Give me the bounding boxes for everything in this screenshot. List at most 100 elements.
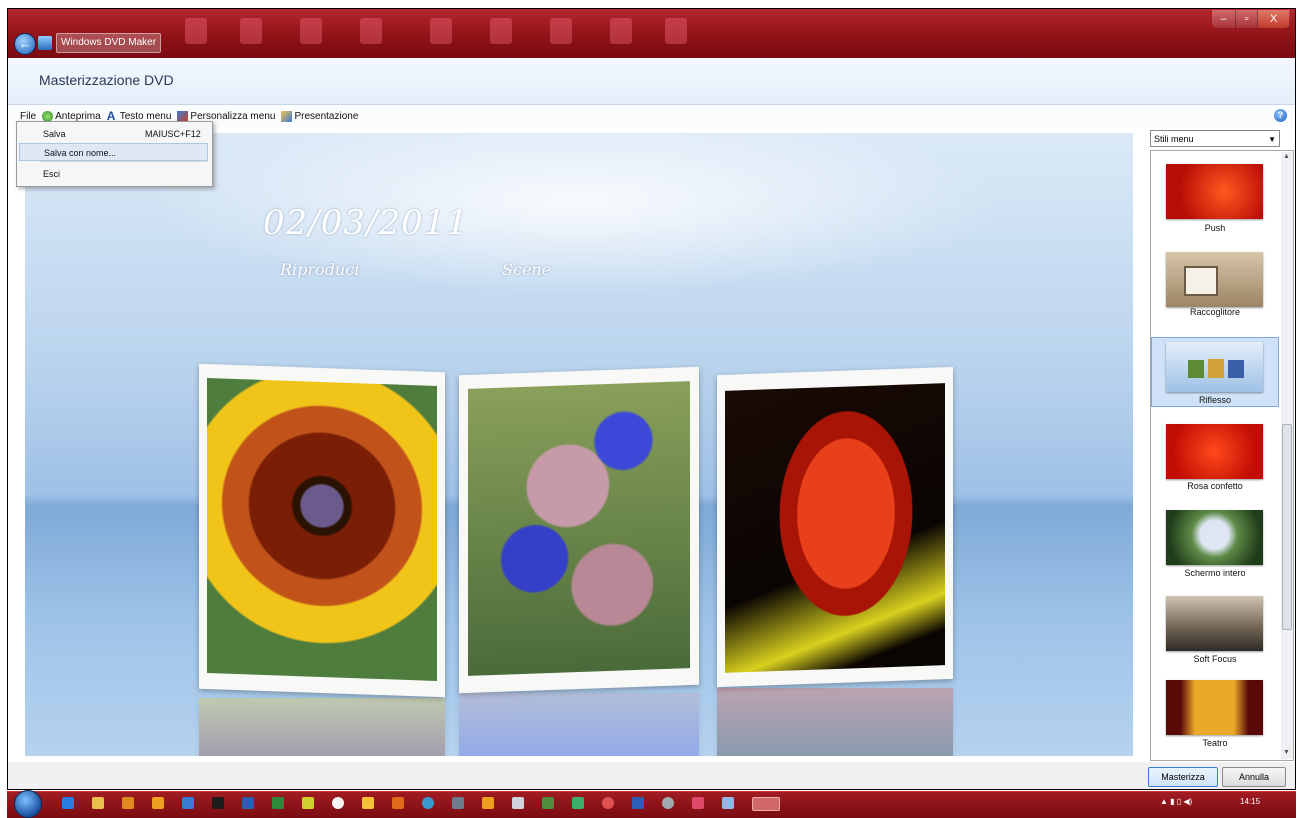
titlebar-decoration [300,18,322,44]
menu-item-exit-label: Esci [43,169,61,179]
titlebar-decoration [185,18,207,44]
customize-menu-label: Personalizza menu [190,110,276,122]
style-item-push[interactable]: Push [1152,158,1278,242]
app-icon[interactable] [512,797,524,809]
scroll-down-icon[interactable]: ▼ [1283,749,1290,756]
maximize-button[interactable]: ▫ [1236,10,1259,28]
menu-item-save-as-label: Salva con nome... [44,148,117,158]
word-icon[interactable] [242,797,254,809]
photo-frame-blue-flowers [459,366,699,694]
app-icon[interactable] [302,797,314,809]
app-icon[interactable] [182,797,194,809]
help-icon[interactable]: ? [1274,109,1287,122]
app-icon[interactable] [392,797,404,809]
app-icon[interactable] [212,797,224,809]
dvd-maker-app-icon [38,36,52,50]
tray-icons[interactable]: ▲ ▮ ▯ ◀) [1160,797,1192,806]
header-band [8,58,1295,105]
menu-separator [39,161,207,162]
style-thumb-binder [1166,252,1263,307]
style-item-reflection[interactable]: Riflesso [1151,337,1279,407]
dvd-maker-taskbar-button[interactable] [752,797,780,811]
style-item-theater[interactable]: Teatro [1152,674,1278,752]
style-thumb-theater [1166,680,1263,735]
menu-text-button[interactable]: A Testo menu [107,110,172,122]
cancel-button[interactable]: Annulla [1222,767,1286,787]
clock: 14:15 [1240,797,1261,806]
burn-button[interactable]: Masterizza [1148,767,1218,787]
style-label-reflection: Riflesso [1198,395,1231,405]
style-item-fullscreen[interactable]: Schermo intero [1152,504,1278,588]
minimize-button[interactable]: – [1212,10,1237,28]
menu-title-date: 02/03/2011 [263,203,469,243]
style-label-binder: Raccoglitore [1189,307,1241,317]
app-icon[interactable] [272,797,284,809]
style-thumb-reflection [1166,342,1263,392]
slideshow-icon [281,110,293,122]
folder-icon[interactable] [92,797,104,809]
menu-item-save-label: Salva [43,129,66,139]
menu-item-save-shortcut: MAIUSC+F12 [145,129,201,139]
taskbar [7,791,1296,818]
style-thumb-pink [1166,424,1263,479]
app-icon[interactable] [692,797,704,809]
titlebar-decoration [430,18,452,44]
file-menu-label: File [20,110,37,122]
scrollbar-thumb[interactable] [1282,424,1292,630]
slideshow-button[interactable]: Presentazione [281,110,359,122]
app-icon[interactable] [362,797,374,809]
internet-explorer-icon[interactable] [62,797,74,809]
slideshow-label: Presentazione [294,110,359,122]
window-controls: – ▫ X [1212,10,1290,28]
file-dropdown-menu: Salva MAIUSC+F12 Salva con nome... Esci [16,121,213,187]
window-title: Windows DVD Maker [56,33,162,53]
windows-start-icon[interactable] [14,790,42,818]
scenes-link[interactable]: Scene [502,260,551,279]
scroll-up-icon[interactable]: ▲ [1283,153,1290,160]
style-item-pink[interactable]: Rosa confetto [1152,417,1278,501]
app-icon[interactable] [452,797,464,809]
app-icon[interactable] [422,797,434,809]
style-item-binder[interactable]: Raccoglitore [1152,246,1278,330]
app-icon[interactable] [542,797,554,809]
app-icon[interactable] [482,797,494,809]
menu-item-save[interactable]: Salva MAIUSC+F12 [19,125,208,143]
blue-flowers-image [468,381,690,676]
style-label-theater: Teatro [1202,738,1228,748]
style-thumb-soft-focus [1166,596,1263,651]
titlebar-decoration [240,18,262,44]
file-menu-button[interactable]: File [20,111,36,122]
app-icon[interactable] [662,797,674,809]
photo-frame-rose [717,366,953,688]
photo-frame-sunflower [199,363,445,698]
app-icon[interactable] [332,797,344,809]
titlebar-decoration [665,18,687,44]
app-icon[interactable] [602,797,614,809]
page-title: Masterizzazione DVD [39,72,174,88]
sunflower-reflection [199,698,445,756]
titlebar-decoration [610,18,632,44]
menu-text-label: Testo menu [119,110,172,122]
style-label-push: Push [1204,223,1226,233]
bottom-button-bar [8,762,1295,789]
menu-item-save-as[interactable]: Salva con nome... [19,143,208,161]
customize-menu-button[interactable]: Personalizza menu [177,110,276,122]
close-button[interactable]: X [1258,10,1290,28]
back-arrow-icon[interactable]: ← [14,33,36,55]
titlebar-decoration [360,18,382,44]
blue-flowers-reflection [459,693,699,756]
word-icon[interactable] [632,797,644,809]
style-item-soft-focus[interactable]: Soft Focus [1152,590,1278,674]
preview-button[interactable]: Anteprima [42,110,101,122]
app-icon[interactable] [572,797,584,809]
menu-styles-dropdown[interactable]: Stili menu ▼ [1150,130,1280,147]
menu-item-exit[interactable]: Esci [19,165,208,183]
menu-preview: 02/03/2011 Riproduci Scene [25,133,1133,756]
app-icon[interactable] [722,797,734,809]
play-icon [42,110,54,122]
style-thumb-push [1166,164,1263,219]
menu-styles-dropdown-value: Stili menu [1154,134,1194,144]
app-icon[interactable] [152,797,164,809]
app-icon[interactable] [122,797,134,809]
play-link[interactable]: Riproduci [280,260,359,279]
